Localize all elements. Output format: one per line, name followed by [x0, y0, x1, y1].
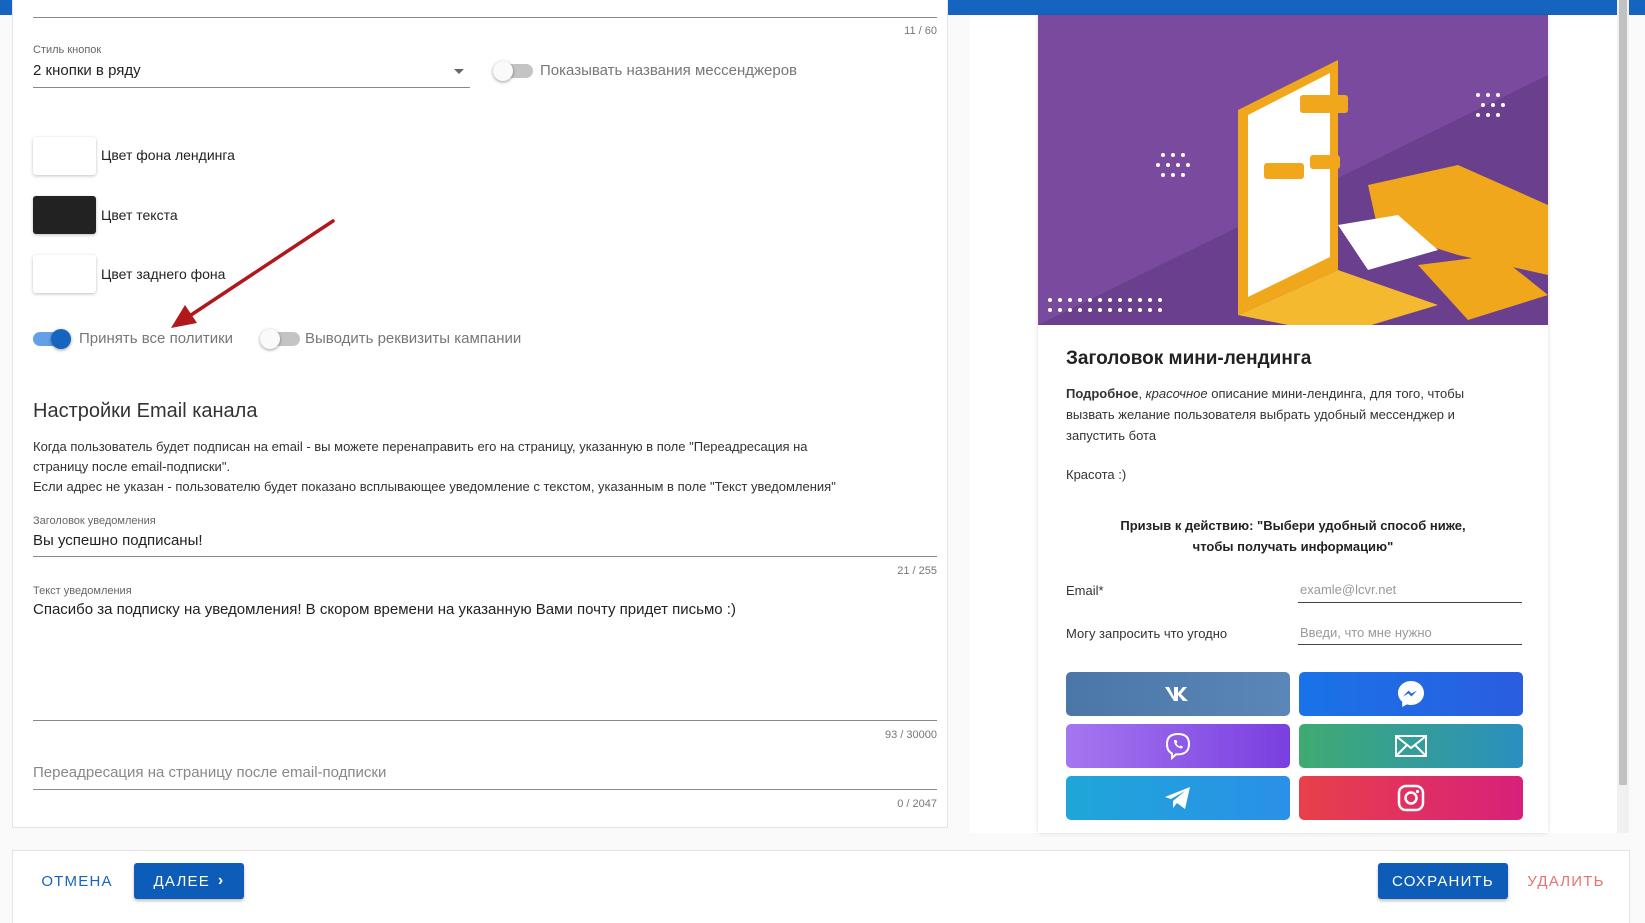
vk-button[interactable]	[1066, 672, 1290, 716]
preview-ask-label: Могу запросить что угодно	[1066, 626, 1228, 641]
viber-button[interactable]	[1066, 724, 1290, 768]
next-button[interactable]: ДАЛЕЕ ›	[134, 863, 244, 899]
toggle-thumb	[493, 61, 513, 81]
next-button-label: ДАЛЕЕ	[153, 872, 210, 890]
notification-title-label: Заголовок уведомления	[33, 515, 156, 527]
notification-title-field[interactable]: Вы успешно подписаны!	[33, 529, 937, 557]
preview-email-label: Email*	[1066, 583, 1104, 598]
viber-icon	[1165, 732, 1191, 761]
email-section-title: Настройки Email канала	[33, 400, 258, 422]
landing-bg-color-swatch[interactable]	[33, 137, 96, 175]
desc-bold: Подробное	[1066, 386, 1139, 401]
desc-line: запустить бота	[1066, 428, 1157, 443]
delete-button[interactable]: УДАЛИТЬ	[1518, 863, 1614, 899]
email-section-description: Когда пользователь будет подписан на ema…	[33, 437, 933, 497]
cta-line: Призыв к действию: "Выбери удобный спосо…	[1120, 518, 1466, 533]
email-button[interactable]	[1299, 724, 1523, 768]
button-style-select[interactable]: 2 кнопки в ряду	[33, 58, 470, 88]
chevron-right-icon: ›	[217, 872, 225, 889]
show-requisites-label: Выводить реквизиты кампании	[305, 330, 522, 347]
preview-description: Подробное, красочное описание мини-ленди…	[1066, 383, 1526, 446]
landing-bg-color-label: Цвет фона лендинга	[101, 147, 235, 163]
preview-cta: Призыв к действию: "Выбери удобный спосо…	[1066, 515, 1520, 557]
toggle-thumb	[260, 329, 280, 349]
redirect-url-field[interactable]: Переадресация на страницу после email-по…	[33, 754, 937, 790]
previous-field-underline	[33, 0, 937, 18]
instagram-icon	[1397, 784, 1425, 812]
accept-policies-label: Принять все политики	[79, 330, 234, 347]
previous-field-counter: 11 / 60	[904, 25, 937, 37]
show-names-toggle[interactable]	[493, 60, 533, 82]
footer-action-bar: ОТМЕНА ДАЛЕЕ › СОХРАНИТЬ УДАЛИТЬ	[12, 850, 1630, 923]
instagram-button[interactable]	[1299, 776, 1523, 820]
notification-text-area[interactable]: Спасибо за подписку на уведомления! В ск…	[33, 598, 937, 721]
cancel-button[interactable]: ОТМЕНА	[29, 863, 125, 899]
telegram-button[interactable]	[1066, 776, 1290, 820]
cta-line: чтобы получать информацию"	[1192, 539, 1394, 554]
toggle-thumb	[51, 329, 71, 349]
vk-icon	[1165, 687, 1188, 701]
preview-ask-input[interactable]: Введи, что мне нужно	[1298, 615, 1522, 645]
landing-hero-image	[1038, 15, 1548, 325]
desc-rest: описание мини-лендинга, для того, чтобы	[1207, 386, 1465, 401]
preview-scrollbar-thumb[interactable]	[1619, 0, 1627, 785]
annotation-arrow-icon	[171, 219, 335, 328]
preview-email-placeholder: examle@lcvr.net	[1300, 582, 1397, 597]
preview-ask-placeholder: Введи, что мне нужно	[1300, 625, 1432, 640]
telegram-icon	[1165, 787, 1190, 809]
show-requisites-toggle[interactable]	[260, 328, 300, 350]
accept-policies-toggle[interactable]	[33, 328, 73, 350]
notification-text-counter: 93 / 30000	[885, 729, 937, 741]
preview-title: Заголовок мини-лендинга	[1066, 348, 1312, 369]
settings-form-card: 11 / 60 Стиль кнопок 2 кнопки в ряду Пок…	[12, 0, 948, 828]
button-style-value: 2 кнопки в ряду	[33, 62, 141, 79]
description-line: Если адрес не указан - пользователю буде…	[33, 479, 836, 494]
save-button[interactable]: СОХРАНИТЬ	[1378, 863, 1508, 899]
desc-italic: красочное	[1145, 386, 1208, 401]
description-line: страницу после email-подписки".	[33, 459, 231, 474]
notification-text-label: Текст уведомления	[33, 585, 132, 597]
button-style-label: Стиль кнопок	[33, 44, 102, 56]
preview-email-input[interactable]: examle@lcvr.net	[1298, 573, 1522, 603]
description-line: Когда пользователь будет подписан на ema…	[33, 439, 808, 454]
redirect-url-placeholder: Переадресация на страницу после email-по…	[33, 764, 387, 781]
back-bg-color-swatch[interactable]	[33, 255, 96, 293]
envelope-icon	[1395, 735, 1427, 757]
notification-title-value: Вы успешно подписаны!	[33, 532, 203, 549]
messenger-button[interactable]	[1299, 672, 1523, 716]
messenger-icon	[1398, 681, 1424, 707]
desc-line: вызвать желание пользователя выбрать удо…	[1066, 407, 1455, 422]
show-names-label: Показывать названия мессенджеров	[540, 62, 798, 79]
preview-beauty-text: Красота :)	[1066, 467, 1127, 482]
redirect-url-counter: 0 / 2047	[897, 798, 937, 810]
chevron-down-icon	[454, 69, 464, 74]
notification-text-value: Спасибо за подписку на уведомления! В ск…	[33, 601, 736, 618]
notification-title-counter: 21 / 255	[897, 565, 937, 577]
landing-preview: Заголовок мини-лендинга Подробное, красо…	[1038, 15, 1548, 833]
text-color-swatch[interactable]	[33, 196, 96, 234]
